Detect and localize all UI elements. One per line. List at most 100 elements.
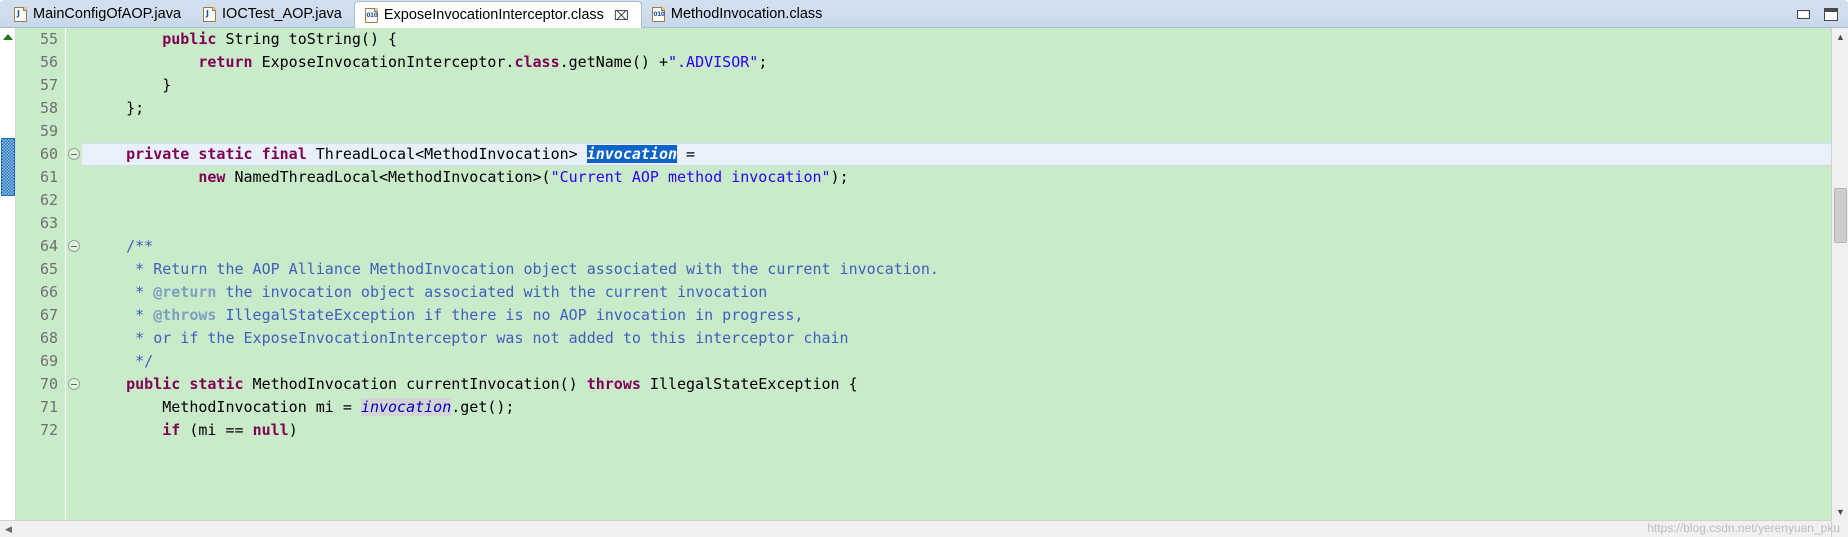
editor-tab-ioctest-aop[interactable]: J IOCTest_AOP.java [193, 0, 354, 28]
code-viewport[interactable]: public String toString() { return Expose… [82, 28, 1831, 537]
code-line[interactable]: }; [82, 97, 1831, 120]
editor-tab-mainconfigofaop[interactable]: J MainConfigOfAOP.java [4, 0, 193, 28]
overview-marker-icon[interactable] [3, 34, 13, 40]
code-token: * Return the AOP Alliance MethodInvocati… [135, 260, 939, 278]
code-line[interactable]: return ExposeInvocationInterceptor.class… [82, 51, 1831, 74]
code-token: .get(); [451, 398, 515, 416]
line-number: 63 [39, 214, 58, 232]
maximize-icon[interactable] [1824, 7, 1838, 21]
code-token: String toString() { [216, 30, 398, 48]
code-line[interactable]: if (mi == null) [82, 419, 1831, 442]
code-token: ) [288, 421, 298, 439]
editor-tab-label: MainConfigOfAOP.java [33, 5, 182, 22]
editor-tab-bar: J MainConfigOfAOP.java J IOCTest_AOP.jav… [0, 0, 1848, 29]
scroll-left-icon[interactable]: ◀ [0, 521, 17, 537]
code-token: = [677, 145, 696, 163]
window-controls [1797, 0, 1838, 28]
close-icon[interactable]: ⌧ [614, 9, 629, 22]
code-token: return [198, 53, 253, 71]
code-token: * or if the ExposeInvocationInterceptor … [135, 329, 849, 347]
code-editor: 55 56 57 58 59 60 61 62 63 64 65 66 67 68 69 70 71 72 pub… [0, 28, 1848, 537]
code-token: } [90, 76, 172, 94]
code-token: * [135, 306, 154, 324]
line-number: 64 [39, 237, 58, 255]
code-line[interactable]: * @throws IllegalStateException if there… [82, 304, 1831, 327]
line-number: 56 [39, 53, 58, 71]
line-number: 59 [39, 122, 58, 140]
code-line[interactable] [82, 212, 1831, 235]
java-file-icon: J [203, 6, 217, 22]
annotation-ruler[interactable] [0, 28, 16, 537]
scroll-up-icon[interactable]: ▲ [1832, 28, 1848, 45]
folding-ruler[interactable] [66, 28, 82, 537]
code-token: MethodInvocation mi = [90, 398, 361, 416]
code-token: the invocation object associated with th… [216, 283, 768, 301]
code-token: */ [135, 352, 154, 370]
editor-tab-methodinvocation[interactable]: 010 MethodInvocation.class [642, 0, 835, 28]
code-line[interactable]: public static MethodInvocation currentIn… [82, 373, 1831, 396]
occurrence-marker-icon[interactable] [1, 138, 15, 196]
code-token: throws [586, 375, 641, 393]
class-file-icon: 010 [364, 8, 378, 23]
class-file-icon: 010 [651, 6, 665, 22]
code-token: (mi == [180, 421, 253, 439]
code-line[interactable]: /** [82, 235, 1831, 258]
code-token: IllegalStateException { [640, 375, 858, 393]
code-line[interactable]: */ [82, 350, 1831, 373]
fold-collapse-icon[interactable] [68, 240, 80, 252]
code-line[interactable]: * @return the invocation object associat… [82, 281, 1831, 304]
code-token: if [162, 421, 181, 439]
code-token: new [198, 168, 226, 186]
vertical-scrollbar-thumb[interactable] [1834, 188, 1847, 243]
code-token: public [162, 30, 217, 48]
code-line[interactable]: public String toString() { [82, 28, 1831, 51]
code-token: ); [830, 168, 849, 186]
editor-tab-label: MethodInvocation.class [670, 5, 823, 22]
code-token: ExposeInvocationInterceptor. [252, 53, 515, 71]
code-token: class [514, 53, 560, 71]
code-token: /** [126, 237, 154, 255]
code-line[interactable]: new NamedThreadLocal<MethodInvocation>("… [82, 166, 1831, 189]
code-token: @throws [153, 306, 217, 324]
line-number: 58 [39, 99, 58, 117]
line-number: 68 [39, 329, 58, 347]
code-token: "Current AOP method invocation" [550, 168, 831, 186]
code-token: private static final [126, 145, 307, 163]
line-number: 70 [39, 375, 58, 393]
code-token: ; [758, 53, 768, 71]
minimize-icon[interactable] [1797, 9, 1810, 19]
code-line[interactable] [82, 189, 1831, 212]
editor-tab-exposeinvocationinterceptor[interactable]: 010 ExposeInvocationInterceptor.class ⌧ [353, 1, 642, 29]
code-line[interactable]: * or if the ExposeInvocationInterceptor … [82, 327, 1831, 350]
scroll-down-icon[interactable]: ▼ [1832, 503, 1848, 520]
code-token: MethodInvocation currentInvocation() [243, 375, 587, 393]
code-line[interactable] [82, 120, 1831, 143]
fold-collapse-icon[interactable] [68, 378, 80, 390]
line-number: 72 [39, 421, 58, 439]
code-line[interactable]: } [82, 74, 1831, 97]
code-token: NamedThreadLocal<MethodInvocation>( [225, 168, 551, 186]
horizontal-scrollbar[interactable]: ◀ [0, 520, 1831, 537]
editor-tab-label: ExposeInvocationInterceptor.class [383, 7, 604, 24]
code-line[interactable]: MethodInvocation mi = invocation.get(); [82, 396, 1831, 419]
code-token: ".ADVISOR" [668, 53, 759, 71]
code-token: @return [153, 283, 217, 301]
fold-collapse-icon[interactable] [68, 148, 80, 160]
line-number: 67 [39, 306, 58, 324]
scrollbar-corner [1832, 520, 1848, 537]
occurrence-token: invocation [360, 398, 452, 416]
code-token: ThreadLocal<MethodInvocation> [306, 145, 587, 163]
code-line[interactable]: private static final ThreadLocal<MethodI… [82, 143, 1831, 166]
vertical-scrollbar[interactable]: ▲ ▼ [1831, 28, 1848, 537]
code-line[interactable]: * Return the AOP Alliance MethodInvocati… [82, 258, 1831, 281]
